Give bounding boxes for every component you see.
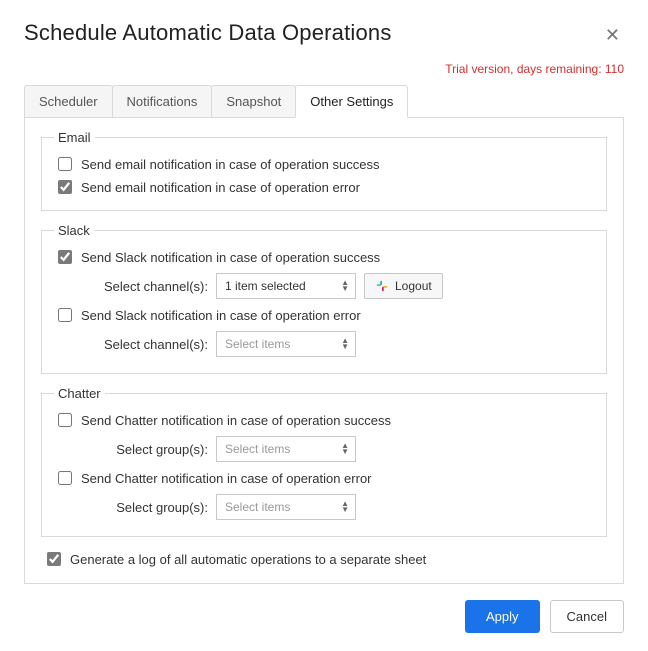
label-slack-error-channels: Select channel(s):: [90, 337, 208, 352]
dialog-schedule-automatic-data-operations: Schedule Automatic Data Operations ✕ Tri…: [0, 0, 648, 651]
panel-other-settings: Email Send email notification in case of…: [24, 118, 624, 584]
button-slack-logout[interactable]: Logout: [364, 273, 443, 299]
tab-snapshot[interactable]: Snapshot: [211, 85, 296, 117]
select-chatter-error-groups[interactable]: Select items ▲▼: [216, 494, 356, 520]
group-chatter: Chatter Send Chatter notification in cas…: [41, 386, 607, 537]
group-slack: Slack Send Slack notification in case of…: [41, 223, 607, 374]
select-chatter-error-placeholder: Select items: [225, 500, 290, 514]
tab-notifications[interactable]: Notifications: [112, 85, 213, 117]
select-slack-success-channels[interactable]: 1 item selected ▲▼: [216, 273, 356, 299]
select-chatter-success-groups[interactable]: Select items ▲▼: [216, 436, 356, 462]
checkbox-generate-log[interactable]: [47, 552, 61, 566]
dialog-title: Schedule Automatic Data Operations: [24, 20, 392, 46]
label-slack-logout: Logout: [395, 279, 432, 293]
spinner-icon: ▲▼: [341, 501, 349, 513]
group-email-legend: Email: [54, 130, 95, 145]
checkbox-slack-success[interactable]: [58, 250, 72, 264]
label-email-error: Send email notification in case of opera…: [81, 180, 360, 195]
dialog-footer: Apply Cancel: [24, 600, 624, 633]
label-email-success: Send email notification in case of opera…: [81, 157, 379, 172]
apply-button[interactable]: Apply: [465, 600, 540, 633]
trial-notice: Trial version, days remaining: 110: [24, 62, 624, 76]
tab-other-settings[interactable]: Other Settings: [295, 85, 408, 118]
slack-icon: [375, 279, 389, 293]
checkbox-slack-error[interactable]: [58, 308, 72, 322]
close-icon[interactable]: ✕: [601, 22, 624, 48]
label-chatter-error-groups: Select group(s):: [90, 500, 208, 515]
spinner-icon: ▲▼: [341, 338, 349, 350]
cancel-button[interactable]: Cancel: [550, 600, 624, 633]
checkbox-chatter-success[interactable]: [58, 413, 72, 427]
label-slack-error: Send Slack notification in case of opera…: [81, 308, 361, 323]
select-slack-error-placeholder: Select items: [225, 337, 290, 351]
tab-scheduler[interactable]: Scheduler: [24, 85, 113, 117]
spinner-icon: ▲▼: [341, 443, 349, 455]
select-chatter-success-placeholder: Select items: [225, 442, 290, 456]
tab-bar: Scheduler Notifications Snapshot Other S…: [24, 84, 624, 118]
group-email: Email Send email notification in case of…: [41, 130, 607, 211]
label-slack-success: Send Slack notification in case of opera…: [81, 250, 380, 265]
label-chatter-success-groups: Select group(s):: [90, 442, 208, 457]
select-slack-success-value: 1 item selected: [225, 279, 306, 293]
group-chatter-legend: Chatter: [54, 386, 105, 401]
checkbox-email-error[interactable]: [58, 180, 72, 194]
spinner-icon: ▲▼: [341, 280, 349, 292]
label-slack-success-channels: Select channel(s):: [90, 279, 208, 294]
checkbox-email-success[interactable]: [58, 157, 72, 171]
group-slack-legend: Slack: [54, 223, 94, 238]
label-chatter-error: Send Chatter notification in case of ope…: [81, 471, 372, 486]
select-slack-error-channels[interactable]: Select items ▲▼: [216, 331, 356, 357]
label-chatter-success: Send Chatter notification in case of ope…: [81, 413, 391, 428]
label-generate-log: Generate a log of all automatic operatio…: [70, 552, 426, 567]
checkbox-chatter-error[interactable]: [58, 471, 72, 485]
